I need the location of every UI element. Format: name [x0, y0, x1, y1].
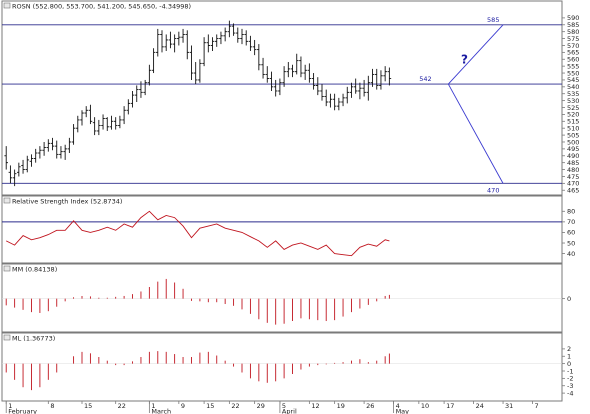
month-label-2: April: [282, 408, 297, 414]
ytick-label-0-0: 465: [567, 187, 579, 195]
level-label-2: 470: [487, 186, 499, 194]
ytick-label-0-17: 550: [567, 69, 579, 77]
panel-title-0: ROSN (552.800, 553.700, 541.200, 545.650…: [12, 3, 191, 11]
xtick-label-18: 7: [535, 402, 539, 410]
ytick-label-2-0: 0: [567, 295, 571, 303]
ytick-label-0-21: 570: [567, 42, 579, 50]
panel-frame-2: [1, 263, 563, 333]
xtick-label-2: 15: [84, 402, 92, 410]
xtick-label-14: 10: [421, 402, 429, 410]
ytick-label-0-10: 515: [567, 118, 579, 126]
ytick-label-0-1: 470: [567, 180, 579, 188]
xtick-label-11: 19: [337, 402, 345, 410]
panel-icon-3: [3, 334, 11, 341]
ytick-label-0-3: 480: [567, 166, 579, 174]
chart-window: ROSN (552.800, 553.700, 541.200, 545.650…: [0, 0, 590, 414]
panel-frame-3: [1, 332, 563, 402]
xtick-label-10: 12: [311, 402, 319, 410]
ytick-label-0-4: 485: [567, 159, 579, 167]
level-label-0: 585: [487, 16, 499, 24]
ytick-label-0-12: 525: [567, 104, 579, 112]
ytick-label-1-4: 80: [567, 208, 575, 216]
xtick-label-12: 26: [366, 402, 374, 410]
ytick-label-0-6: 495: [567, 145, 579, 153]
ytick-label-0-14: 535: [567, 90, 579, 98]
ytick-label-0-22: 575: [567, 35, 579, 43]
ytick-label-0-16: 545: [567, 76, 579, 84]
level-label-1: 542: [419, 75, 431, 83]
ytick-label-0-5: 490: [567, 152, 579, 160]
panel-title-3: ML (1.36773): [12, 335, 55, 343]
xtick-label-7: 22: [231, 402, 239, 410]
ytick-label-0-15: 540: [567, 83, 579, 91]
ytick-label-0-24: 585: [567, 21, 579, 29]
ytick-label-0-23: 580: [567, 28, 579, 36]
ytick-label-0-18: 555: [567, 62, 579, 70]
xtick-label-6: 15: [206, 402, 214, 410]
ytick-label-3-6: -4: [567, 389, 573, 397]
ytick-label-1-0: 40: [567, 250, 575, 258]
ytick-label-0-8: 505: [567, 131, 579, 139]
panel-frame-0: [1, 0, 563, 196]
xtick-label-3: 22: [118, 402, 126, 410]
panel-icon-2: [3, 265, 11, 272]
ytick-label-1-3: 70: [567, 218, 575, 226]
xtick-label-15: 17: [446, 402, 454, 410]
ytick-label-0-11: 520: [567, 111, 579, 119]
xtick-label-5: 9: [181, 402, 185, 410]
ytick-label-0-2: 475: [567, 173, 579, 181]
panel-title-1: Relative Strength Index (52.8734): [12, 198, 122, 206]
month-label-0: February: [8, 408, 37, 414]
month-label-1: March: [151, 408, 171, 414]
xtick-label-8: 29: [257, 402, 265, 410]
ytick-label-0-7: 500: [567, 138, 579, 146]
ytick-label-0-9: 510: [567, 124, 579, 132]
panel-frame-1: [1, 195, 563, 264]
xtick-label-16: 24: [476, 402, 484, 410]
month-label-3: May: [396, 408, 410, 414]
ytick-label-0-13: 530: [567, 97, 579, 105]
ytick-label-1-1: 50: [567, 239, 575, 247]
panel-icon-0: [3, 2, 11, 9]
chart-svg: ROSN (552.800, 553.700, 541.200, 545.650…: [1, 0, 579, 414]
ytick-label-0-19: 560: [567, 56, 579, 64]
ytick-label-0-20: 565: [567, 49, 579, 57]
ytick-label-1-2: 60: [567, 229, 575, 237]
xtick-label-1: 8: [50, 402, 54, 410]
question-marker: ?: [461, 52, 468, 66]
panel-title-2: MM (0.84138): [12, 266, 57, 274]
panel-icon-1: [3, 197, 11, 204]
xtick-label-17: 31: [505, 402, 513, 410]
ytick-label-0-25: 590: [567, 14, 579, 22]
